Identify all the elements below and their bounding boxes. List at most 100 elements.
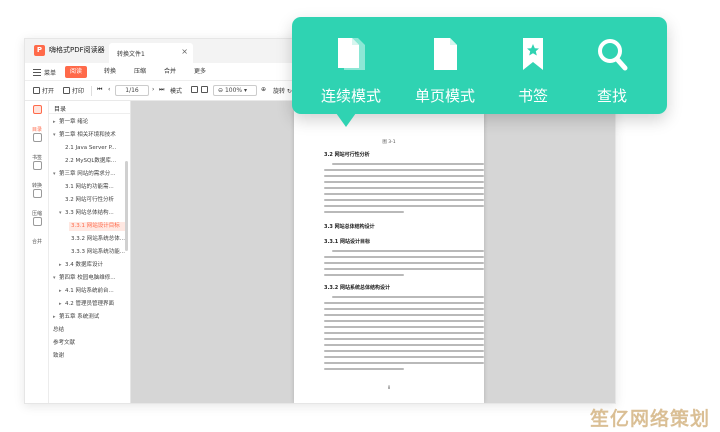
- double-view-icon[interactable]: [201, 86, 210, 94]
- app-title: 嗨格式PDF阅读器: [49, 46, 105, 54]
- pdf-page: 图 3-1 3.2 网站可行性分析 3.3 网站总体结构设计 3.3.1 网站设…: [294, 111, 484, 403]
- print-label: 打印: [72, 88, 85, 95]
- toc-item[interactable]: ▸ 3.4 数据库设计: [59, 261, 127, 270]
- continuous-mode-button[interactable]: 连续模式: [304, 17, 398, 114]
- screenshot-stage: P 嗨格式PDF阅读器 转换文件1 × 菜单 阅读 转换 压缩 合并 更多 打开…: [0, 0, 720, 432]
- bookmark-icon: [523, 38, 543, 70]
- zoom-dropdown-icon[interactable]: ▾: [242, 87, 247, 94]
- subsection-heading: 3.3.1 网站设计目标: [324, 239, 370, 245]
- text-line: [324, 368, 404, 370]
- text-line: [324, 356, 484, 358]
- toc-item[interactable]: 2.1 Java Server P...: [65, 144, 127, 153]
- toc-item[interactable]: ▾ 3.3 网站总体结构...: [59, 209, 127, 218]
- toc-item[interactable]: 3.3.2 网站系统总体...: [71, 235, 127, 244]
- toc-item[interactable]: ▾ 第四章 校园电脑维修...: [53, 274, 127, 283]
- text-line: [324, 274, 404, 276]
- next-page-icon[interactable]: ›: [152, 86, 154, 93]
- rotate-button[interactable]: 旋转 ↻: [273, 86, 292, 95]
- text-line: [324, 169, 484, 171]
- toc-item[interactable]: ▸ 4.2 管理员管理界面: [59, 300, 127, 309]
- compress-icon: [32, 189, 42, 198]
- single-view-icon[interactable]: [191, 86, 200, 94]
- bookmark-rail-icon: [32, 133, 42, 142]
- toolbar-divider: [91, 86, 92, 96]
- text-line: [324, 362, 484, 364]
- section-heading: 3.3 网站总体结构设计: [324, 224, 375, 230]
- text-line: [332, 163, 484, 165]
- last-page-icon[interactable]: ⏭: [159, 86, 164, 94]
- print-button[interactable]: 打印: [63, 86, 84, 95]
- zoom-value: 100%: [224, 87, 243, 94]
- close-tab-icon[interactable]: ×: [181, 47, 188, 56]
- prev-page-icon[interactable]: ‹: [108, 86, 110, 93]
- rail-item-toc[interactable]: 目录: [25, 105, 49, 135]
- toc-item[interactable]: ▸ 第五章 系统测试: [53, 313, 127, 322]
- document-tab[interactable]: 转换文件1 ×: [109, 43, 193, 63]
- tab-merge[interactable]: 合并: [159, 66, 181, 78]
- toc-item-active[interactable]: 3.3.1 网站设计目标: [69, 222, 127, 231]
- toc-item[interactable]: ▸ 第一章 绪论: [53, 118, 127, 127]
- text-line: [324, 344, 484, 346]
- tab-more[interactable]: 更多: [189, 66, 211, 78]
- text-line: [324, 332, 484, 334]
- divider: [49, 113, 130, 114]
- reading-mode-banner: 连续模式 单页模式 书签 查找: [292, 17, 667, 127]
- rail-label-merge: 合并: [31, 239, 42, 245]
- watermark-text: 笙亿网络策划: [590, 408, 711, 430]
- rail-item-convert[interactable]: 转换: [25, 161, 49, 191]
- toc-item[interactable]: ▾ 第三章 网站的需求分...: [53, 170, 127, 179]
- text-line: [324, 175, 484, 177]
- zoom-in-icon[interactable]: ⊕: [261, 86, 266, 93]
- toc-scrollbar[interactable]: [125, 161, 128, 251]
- menu-button[interactable]: 菜单: [44, 68, 56, 77]
- figure-caption: 图 3-1: [382, 140, 396, 145]
- rail-item-bookmark[interactable]: 书签: [25, 133, 49, 163]
- text-line: [324, 338, 484, 340]
- page-number: 8: [387, 385, 391, 390]
- zoom-control[interactable]: ⊖ 100% ▾: [213, 85, 257, 96]
- text-line: [324, 205, 484, 207]
- rail-item-merge[interactable]: 合并: [25, 217, 49, 247]
- page-number-field[interactable]: 1/16: [115, 85, 149, 96]
- text-line: [324, 314, 484, 316]
- tab-convert[interactable]: 转换: [99, 66, 121, 78]
- open-button[interactable]: 打开: [33, 86, 54, 95]
- toc-item[interactable]: 总结: [53, 326, 127, 335]
- text-line: [324, 268, 484, 270]
- mode-label: 模式: [170, 88, 183, 95]
- toc-item[interactable]: ▸ 4.1 网站系统前台...: [59, 287, 127, 296]
- toc-item[interactable]: 3.1 网站的功能需...: [65, 183, 127, 192]
- single-page-mode-button[interactable]: 单页模式: [398, 17, 492, 114]
- hamburger-menu-icon[interactable]: [33, 69, 41, 76]
- single-page-mode-label: 单页模式: [414, 87, 475, 105]
- tab-compress[interactable]: 压缩: [129, 66, 151, 78]
- merge-icon: [32, 217, 42, 226]
- text-line: [324, 302, 484, 304]
- document-viewer[interactable]: 图 3-1 3.2 网站可行性分析 3.3 网站总体结构设计 3.3.1 网站设…: [131, 101, 615, 403]
- text-line: [332, 250, 484, 252]
- toc-item[interactable]: 3.3.3 网站系统功能...: [71, 248, 127, 257]
- search-label: 查找: [596, 87, 627, 105]
- search-button[interactable]: 查找: [565, 17, 659, 114]
- toc-item[interactable]: ▾ 第二章 相关环境和技术: [53, 131, 127, 140]
- toc-item[interactable]: 3.2 网站可行性分析: [65, 196, 127, 205]
- text-line: [324, 193, 484, 195]
- toc-item[interactable]: 2.2 MySQL数据库...: [65, 157, 127, 166]
- tab-read[interactable]: 阅读: [65, 66, 88, 78]
- view-mode-button[interactable]: 模式: [170, 86, 182, 95]
- rail-item-compress[interactable]: 压缩: [25, 189, 49, 219]
- text-line: [324, 211, 404, 213]
- open-label: 打开: [42, 88, 55, 95]
- continuous-mode-label: 连续模式: [320, 87, 381, 105]
- toc-heading: 目录: [54, 106, 67, 113]
- toc-item[interactable]: 参考文献: [53, 339, 127, 348]
- text-line: [324, 187, 484, 189]
- first-page-icon[interactable]: ⏮: [97, 86, 102, 94]
- text-line: [332, 296, 484, 298]
- convert-icon: [32, 161, 42, 170]
- zoom-out-icon[interactable]: ⊖: [218, 87, 225, 94]
- search-icon: [598, 39, 628, 71]
- folder-icon: [33, 87, 40, 94]
- text-line: [324, 320, 484, 322]
- toc-item[interactable]: 致谢: [53, 352, 127, 361]
